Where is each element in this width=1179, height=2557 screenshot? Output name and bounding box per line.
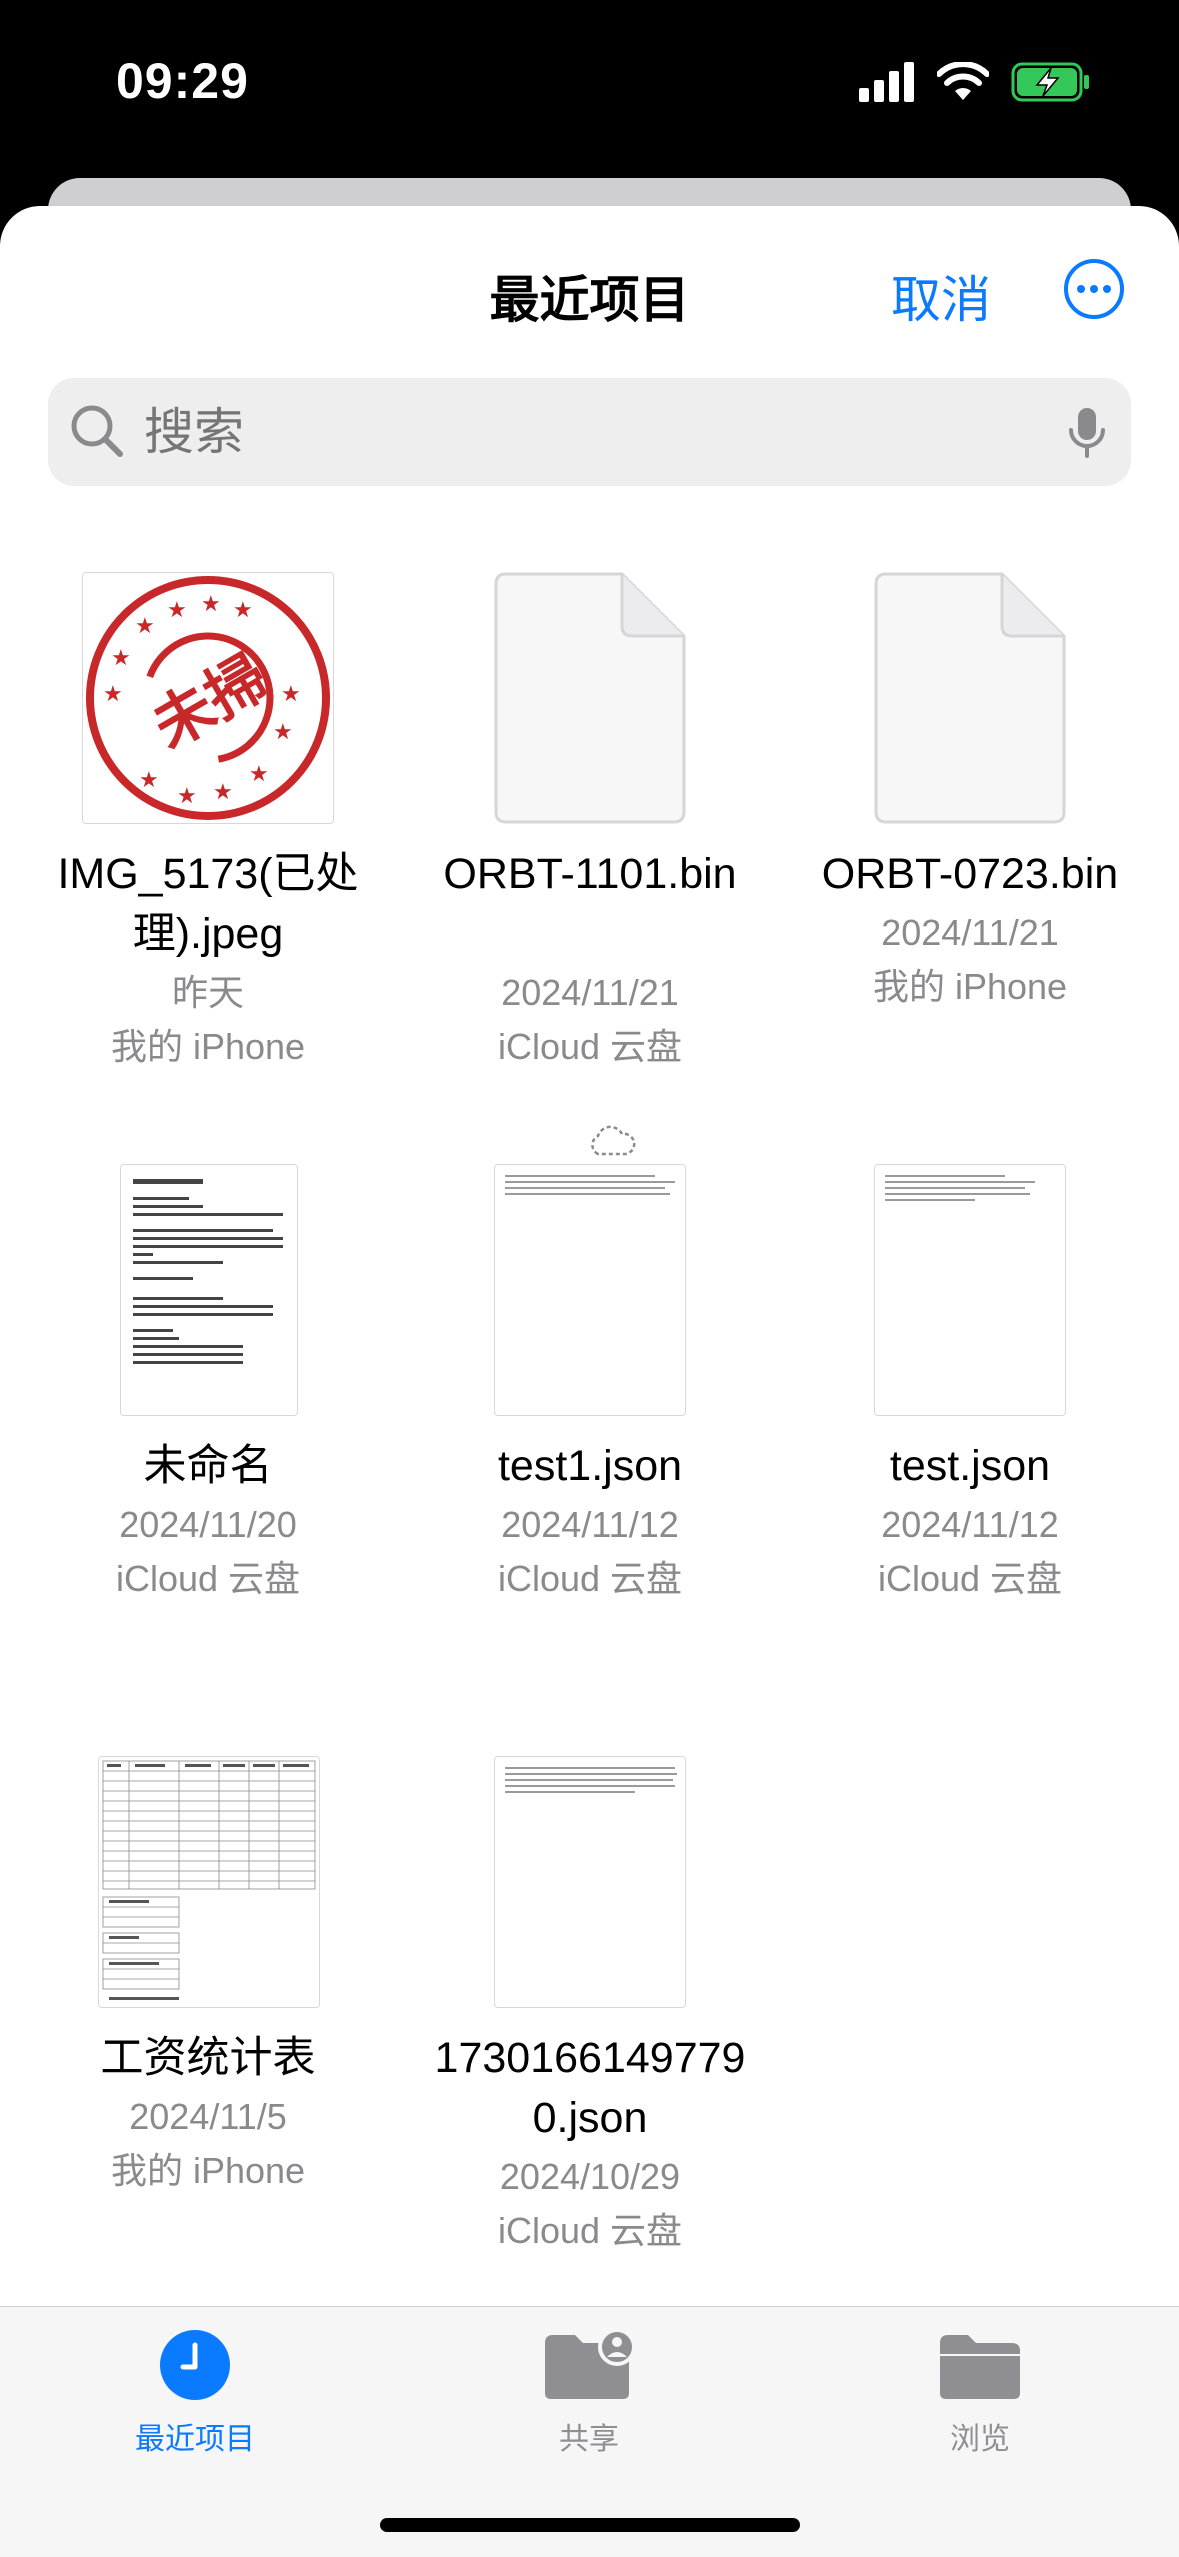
tab-label: 最近项目 [135,2423,255,2456]
tab-shared[interactable]: 共享 [489,2328,689,2458]
folder-icon [940,2335,1020,2399]
file-date: 2024/11/5 [129,2096,287,2137]
file-location: iCloud 云盘 [497,2210,683,2251]
file-item-test-json[interactable]: test.json 2024/11/12 iCloud 云盘 [780,1164,1160,1599]
document-preview [874,1164,1066,1416]
svg-text:★: ★ [273,719,293,744]
svg-text:★: ★ [135,613,155,638]
page-title: 最近项目 [489,272,690,328]
file-item-orbt-1101[interactable]: ORBT-1101.bin 2024/11/21 iCloud 云盘 [400,572,780,1156]
wifi-icon [937,62,989,100]
clock-icon [160,2330,230,2400]
svg-text:★: ★ [167,597,187,622]
file-date: 2024/11/12 [501,1504,679,1545]
status-icons [859,62,1091,102]
file-date: 2024/11/21 [501,972,679,1013]
svg-text:★: ★ [177,783,197,808]
svg-text:★: ★ [111,645,131,670]
file-name: ORBT-1101.bin [443,850,737,898]
svg-text:★: ★ [139,767,159,792]
file-date: 2024/11/21 [881,912,1059,953]
file-date: 2024/11/20 [119,1504,297,1545]
document-preview [494,1756,686,2008]
svg-text:★: ★ [201,591,221,616]
file-location: 我的 iPhone [110,2150,306,2191]
status-bar: 09:29 [0,0,1179,170]
image-thumbnail: ★ ★ ★ ★ ★ ★ ★ ★ ★ ★ ★ ★ 未掃 [82,572,334,824]
cancel-button[interactable]: 取消 [891,260,991,332]
microphone-icon[interactable] [1067,406,1107,460]
file-name: IMG_5173(已处理).jpeg [57,850,359,958]
document-icon [874,572,1066,824]
tab-label: 共享 [559,2423,619,2456]
search-input[interactable] [144,378,1024,486]
file-item-salary-sheet[interactable]: 工资统计表 2024/11/5 我的 iPhone [18,1756,398,2191]
home-indicator[interactable] [380,2518,800,2532]
svg-text:★: ★ [103,681,123,706]
file-name: 17301661497790.json [434,2034,746,2142]
document-preview [494,1164,686,1416]
document-icon [494,572,686,824]
svg-text:★: ★ [249,761,269,786]
tab-browse[interactable]: 浏览 [880,2329,1080,2458]
status-time: 09:29 [116,53,249,109]
more-options-icon[interactable] [1063,258,1125,320]
file-item-img-5173[interactable]: ★ ★ ★ ★ ★ ★ ★ ★ ★ ★ ★ ★ 未掃 IMG_5173(已处理).jpeg 昨天 … [18,572,398,1092]
file-item-untitled[interactable]: 未命名 2024/11/20 iCloud 云盘 [18,1164,398,1599]
file-name: ORBT-0723.bin [821,850,1119,898]
file-location: 我的 iPhone [872,966,1068,1007]
svg-text:★: ★ [213,779,233,804]
file-date: 2024/10/29 [499,2156,681,2197]
file-location: iCloud 云盘 [877,1558,1063,1599]
file-name: test1.json [497,1442,683,1490]
file-location: iCloud 云盘 [115,1558,301,1599]
file-name: 工资统计表 [100,2034,316,2082]
svg-text:★: ★ [233,597,253,622]
battery-charging-icon [1011,62,1089,102]
tab-recents[interactable]: 最近项目 [95,2329,295,2458]
file-item-17301661497790-json[interactable]: 17301661497790.json 2024/10/29 iCloud 云盘 [400,1756,780,2276]
file-item-test1-json[interactable]: test1.json 2024/11/12 iCloud 云盘 [400,1164,780,1599]
search-bar[interactable] [48,378,1131,486]
svg-text:★: ★ [281,681,301,706]
file-item-orbt-0723[interactable]: ORBT-0723.bin 2024/11/21 我的 iPhone [780,572,1160,1092]
document-preview [120,1164,298,1416]
file-date: 2024/11/12 [881,1504,1059,1545]
search-icon [71,405,123,457]
red-stamp-image: ★★ ★ ★ ★★★★ ★★ ★★ 未掃 [86,576,330,820]
spreadsheet-preview [98,1756,320,2008]
shared-folder-icon [545,2328,636,2399]
file-picker-sheet: 最近项目 取消 ★★★★ ★★★★ ★★★★ [0,206,1179,2556]
tab-label: 浏览 [950,2423,1010,2456]
file-location: iCloud 云盘 [497,1558,683,1599]
file-location: iCloud 云盘 [497,1026,683,1067]
file-date: 昨天 [171,972,244,1013]
icloud-download-icon[interactable] [586,1124,636,1158]
file-name: test.json [889,1442,1051,1490]
cellular-signal-icon [859,62,914,102]
file-location: 我的 iPhone [110,1026,306,1067]
file-name: 未命名 [143,1442,273,1490]
